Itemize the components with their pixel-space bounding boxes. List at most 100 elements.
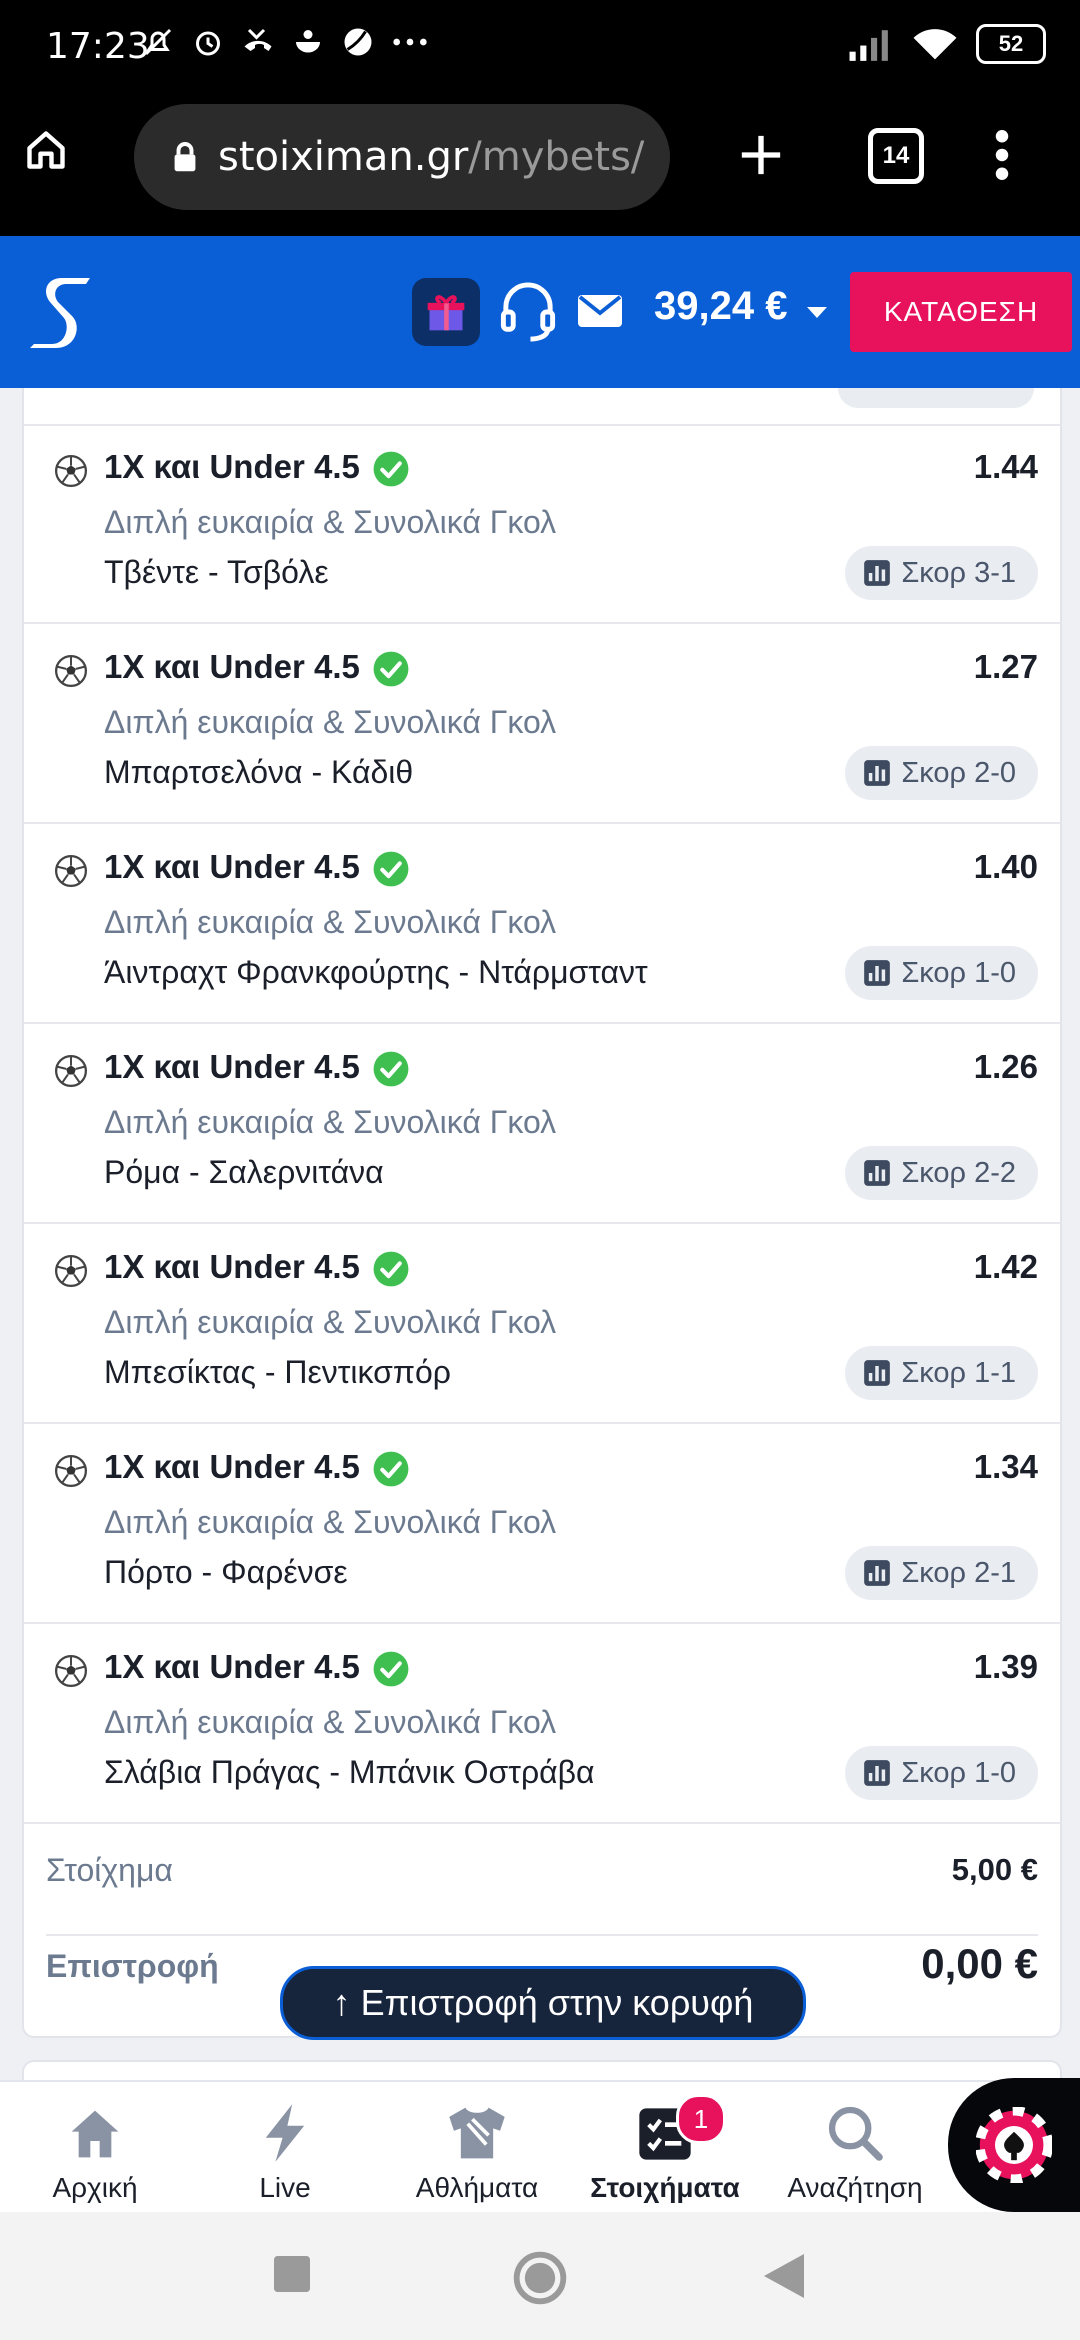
odds-value: 1.40 bbox=[973, 848, 1038, 885]
market-type: Διπλή ευκαιρία & Συνολικά Γκολ bbox=[104, 904, 557, 940]
market-name: 1X και Under 4.5 bbox=[104, 1648, 360, 1685]
back-to-top-button[interactable]: ↑ Επιστροφή στην κορυφή bbox=[280, 1966, 806, 2040]
market-type: Διπλή ευκαιρία & Συνολικά Γκολ bbox=[104, 1104, 557, 1140]
match-name: Μπαρτσελόνα - Κάδιθ bbox=[104, 754, 414, 790]
address-bar[interactable]: stoiximan.gr/mybets/ bbox=[134, 104, 670, 210]
nav-item-search[interactable]: Αναζήτηση bbox=[770, 2082, 940, 2212]
stake-value: 5,00 € bbox=[951, 1852, 1038, 1887]
signal-icon bbox=[849, 30, 888, 61]
match-name: Τβέντε - Τσβόλε bbox=[104, 554, 329, 590]
alarm-icon bbox=[196, 31, 220, 56]
gift-icon bbox=[427, 295, 465, 331]
match-name: Άιντραχτ Φρανκφούρτης - Ντάρμσταντ bbox=[104, 954, 648, 990]
app-icon bbox=[296, 30, 320, 53]
home-icon bbox=[67, 2102, 123, 2162]
bet-selection-row: 1X και Under 4.5 1.34 Διπλή ευκαιρία & Συν… bbox=[24, 1424, 1060, 1624]
system-navigation-bar bbox=[0, 2212, 1080, 2340]
stats-bar-icon bbox=[864, 1560, 891, 1586]
check-circle-icon bbox=[373, 1251, 409, 1287]
return-value: 0,00 € bbox=[921, 1940, 1038, 1987]
new-tab-icon[interactable] bbox=[738, 132, 784, 178]
score-text: Σκορ 2-1 bbox=[901, 1556, 1016, 1589]
chevron-down-icon[interactable] bbox=[806, 306, 828, 320]
mail-icon[interactable] bbox=[576, 292, 624, 330]
casino-button[interactable] bbox=[948, 2078, 1080, 2212]
soccer-ball-icon bbox=[54, 1454, 88, 1488]
market-name: 1X και Under 4.5 bbox=[104, 1448, 360, 1485]
odds-value: 1.39 bbox=[973, 1648, 1038, 1685]
previous-row-partial bbox=[24, 388, 1060, 426]
tab-switcher-button[interactable]: 14 bbox=[868, 128, 924, 184]
nav-item-live[interactable]: Live bbox=[200, 2082, 370, 2212]
score-pill[interactable]: Σκορ 2-1 bbox=[845, 1546, 1038, 1600]
gift-button[interactable] bbox=[412, 278, 480, 346]
market-type: Διπλή ευκαιρία & Συνολικά Γκολ bbox=[104, 1304, 557, 1340]
nav-label: Live bbox=[259, 2172, 311, 2203]
system-back-icon[interactable] bbox=[764, 2254, 804, 2298]
score-pill[interactable]: Σκορ 1-0 bbox=[845, 1746, 1038, 1800]
nav-label: Αθλήματα bbox=[415, 2172, 539, 2203]
url-text: stoiximan.gr/mybets/ bbox=[218, 134, 645, 180]
ball-icon bbox=[344, 28, 372, 56]
score-text: Σκορ 3-1 bbox=[901, 556, 1016, 589]
previous-score-pill bbox=[838, 388, 1034, 408]
nav-label: Αναζήτηση bbox=[787, 2172, 923, 2203]
home-icon[interactable] bbox=[24, 128, 68, 172]
score-pill[interactable]: Σκορ 1-0 bbox=[845, 946, 1038, 1000]
stats-bar-icon bbox=[864, 960, 891, 986]
wifi-icon bbox=[913, 29, 957, 60]
match-name: Ρόμα - Σαλερνιτάνα bbox=[104, 1154, 384, 1190]
soccer-ball-icon bbox=[54, 1254, 88, 1288]
browser-toolbar: stoiximan.gr/mybets/ 14 bbox=[0, 100, 1080, 236]
bet-details-card: 1X και Under 4.5 1.44 Διπλή ευκαιρία & Συν… bbox=[22, 388, 1062, 2038]
score-pill[interactable]: Σκορ 2-0 bbox=[845, 746, 1038, 800]
stats-bar-icon bbox=[864, 1360, 891, 1386]
deposit-button[interactable]: ΚΑΤΑΘΕΣΗ bbox=[850, 272, 1072, 352]
check-circle-icon bbox=[373, 1451, 409, 1487]
bet-selection-row: 1X και Under 4.5 1.26 Διπλή ευκαιρία & Συν… bbox=[24, 1024, 1060, 1224]
odds-value: 1.27 bbox=[973, 648, 1038, 685]
system-home-icon[interactable] bbox=[512, 2250, 568, 2306]
market-name: 1X και Under 4.5 bbox=[104, 1048, 360, 1085]
bet-selection-row: 1X και Under 4.5 1.27 Διπλή ευκαιρία & Συν… bbox=[24, 624, 1060, 824]
score-pill[interactable]: Σκορ 2-2 bbox=[845, 1146, 1038, 1200]
market-name: 1X και Under 4.5 bbox=[104, 1248, 360, 1285]
market-type: Διπλή ευκαιρία & Συνολικά Γκολ bbox=[104, 1504, 557, 1540]
score-text: Σκορ 1-0 bbox=[901, 956, 1016, 989]
support-headset-icon[interactable] bbox=[498, 280, 558, 344]
match-name: Πόρτο - Φαρένσε bbox=[104, 1554, 348, 1590]
stats-bar-icon bbox=[864, 760, 891, 786]
market-name: 1X και Under 4.5 bbox=[104, 648, 360, 685]
account-balance[interactable]: 39,24 € bbox=[654, 284, 787, 329]
recents-icon[interactable] bbox=[274, 2256, 310, 2292]
battery-indicator: 52 bbox=[976, 24, 1046, 64]
status-bar: 17:23 52 bbox=[0, 0, 1080, 100]
stake-row: Στοίχημα 5,00 € bbox=[24, 1814, 1060, 1924]
summary-divider bbox=[46, 1934, 1038, 1936]
brand-logo[interactable] bbox=[28, 272, 98, 352]
check-circle-icon bbox=[373, 1651, 409, 1687]
score-pill[interactable]: Σκορ 3-1 bbox=[845, 546, 1038, 600]
bottom-navigation: Αρχική Live Αθλήματα Στοιχήματα 1 Αναζήτηση bbox=[0, 2080, 1080, 2212]
system-icons: 52 bbox=[848, 24, 1046, 64]
stats-bar-icon bbox=[864, 560, 891, 586]
nav-item-sports[interactable]: Αθλήματα bbox=[392, 2082, 562, 2212]
soccer-ball-icon bbox=[54, 654, 88, 688]
search-icon bbox=[826, 2102, 884, 2162]
check-circle-icon bbox=[373, 451, 409, 487]
score-text: Σκορ 2-2 bbox=[901, 1156, 1016, 1189]
score-pill[interactable]: Σκορ 1-1 bbox=[845, 1346, 1038, 1400]
stats-bar-icon bbox=[864, 1160, 891, 1186]
bell-off-icon bbox=[144, 28, 172, 56]
odds-value: 1.34 bbox=[973, 1448, 1038, 1485]
market-type: Διπλή ευκαιρία & Συνολικά Γκολ bbox=[104, 704, 557, 740]
score-text: Σκορ 1-1 bbox=[901, 1356, 1016, 1389]
nav-item-bets[interactable]: Στοιχήματα 1 bbox=[580, 2082, 750, 2212]
nav-item-home[interactable]: Αρχική bbox=[10, 2082, 180, 2212]
overflow-menu-icon[interactable] bbox=[992, 130, 1012, 180]
missed-call-icon bbox=[244, 28, 272, 51]
odds-value: 1.44 bbox=[973, 448, 1038, 485]
market-name: 1X και Under 4.5 bbox=[104, 448, 360, 485]
roulette-chip-icon bbox=[976, 2107, 1052, 2183]
match-name: Σλάβια Πράγας - Μπάνικ Οστράβα bbox=[104, 1754, 595, 1790]
